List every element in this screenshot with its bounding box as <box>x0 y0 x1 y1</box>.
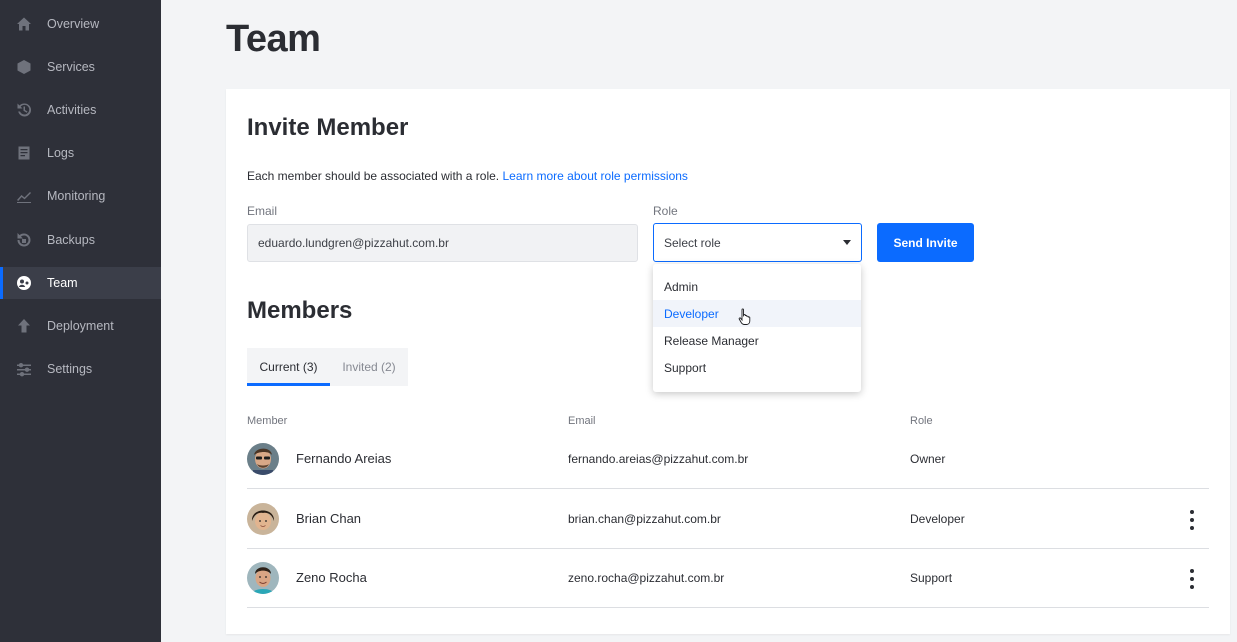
tab-invited[interactable]: Invited (2) <box>330 348 408 386</box>
table-row: Zeno Rocha zeno.rocha@pizzahut.com.br Su… <box>247 548 1209 608</box>
tab-current[interactable]: Current (3) <box>247 348 330 386</box>
sidebar-item-logs[interactable]: Logs <box>0 137 161 169</box>
email-label: Email <box>247 204 278 218</box>
sidebar-item-label: Deployment <box>47 319 114 333</box>
more-options-icon[interactable] <box>1186 569 1198 589</box>
role-select[interactable]: Select role <box>653 223 862 262</box>
role-option-release-manager[interactable]: Release Manager <box>653 327 861 354</box>
backup-icon <box>16 232 32 248</box>
avatar <box>247 503 279 535</box>
sidebar-item-label: Logs <box>47 146 75 160</box>
member-name: Brian Chan <box>296 511 362 526</box>
sidebar-item-label: Backups <box>47 233 95 247</box>
sidebar-item-label: Settings <box>47 362 93 376</box>
sidebar-item-services[interactable]: Services <box>0 51 161 83</box>
member-email: fernando.areias@pizzahut.com.br <box>568 452 749 466</box>
role-select-value: Select role <box>664 235 721 250</box>
sidebar-item-team[interactable]: Team <box>0 267 161 299</box>
sidebar-item-label: Monitoring <box>47 189 106 203</box>
column-header-email: Email <box>568 415 596 427</box>
sidebar-item-overview[interactable]: Overview <box>0 8 161 40</box>
sidebar-item-deployment[interactable]: Deployment <box>0 310 161 342</box>
team-icon <box>16 275 32 291</box>
member-role: Developer <box>910 512 965 526</box>
member-role: Owner <box>910 452 946 466</box>
avatar <box>247 562 279 594</box>
home-icon <box>16 16 32 32</box>
role-option-developer[interactable]: Developer <box>653 300 861 327</box>
sliders-icon <box>16 361 32 377</box>
sidebar-item-monitoring[interactable]: Monitoring <box>0 180 161 212</box>
sidebar-item-label: Activities <box>47 103 97 117</box>
member-email: brian.chan@pizzahut.com.br <box>568 512 721 526</box>
email-field[interactable] <box>247 224 638 262</box>
invite-description: Each member should be associated with a … <box>247 169 688 183</box>
chart-line-icon <box>16 188 32 204</box>
sidebar-item-label: Team <box>47 276 78 290</box>
sidebar-item-label: Overview <box>47 17 100 31</box>
send-invite-button[interactable]: Send Invite <box>877 223 974 262</box>
column-header-member: Member <box>247 415 288 427</box>
page-title: Team <box>226 18 321 60</box>
avatar <box>247 443 279 475</box>
document-icon <box>16 145 32 161</box>
invite-member-heading: Invite Member <box>247 114 409 141</box>
history-icon <box>16 102 32 118</box>
members-tabs: Current (3) Invited (2) <box>247 348 408 386</box>
role-permissions-link[interactable]: Learn more about role permissions <box>502 169 687 183</box>
role-option-admin[interactable]: Admin <box>653 273 861 300</box>
sidebar: Overview Services Activities Logs Monito… <box>0 0 161 642</box>
member-email: zeno.rocha@pizzahut.com.br <box>568 571 725 585</box>
more-options-icon[interactable] <box>1186 510 1198 530</box>
sidebar-item-settings[interactable]: Settings <box>0 353 161 385</box>
cube-icon <box>16 59 32 75</box>
members-heading: Members <box>247 297 353 324</box>
member-name: Fernando Areias <box>296 451 392 466</box>
role-dropdown-options: Admin Developer Release Manager Support <box>653 264 861 392</box>
hand-cursor-icon <box>738 308 751 325</box>
caret-down-icon <box>843 240 851 245</box>
role-label: Role <box>653 204 678 218</box>
sidebar-item-label: Services <box>47 60 95 74</box>
table-row: Brian Chan brian.chan@pizzahut.com.br De… <box>247 489 1209 549</box>
team-card: Invite Member Each member should be asso… <box>226 89 1230 634</box>
sidebar-item-backups[interactable]: Backups <box>0 224 161 256</box>
table-row: Fernando Areias fernando.areias@pizzahut… <box>247 429 1209 489</box>
sidebar-item-activities[interactable]: Activities <box>0 94 161 126</box>
role-option-support[interactable]: Support <box>653 354 861 381</box>
member-role: Support <box>910 571 953 585</box>
invite-description-text: Each member should be associated with a … <box>247 169 500 183</box>
upload-icon <box>16 318 32 334</box>
column-header-role: Role <box>910 415 933 427</box>
member-name: Zeno Rocha <box>296 570 367 585</box>
